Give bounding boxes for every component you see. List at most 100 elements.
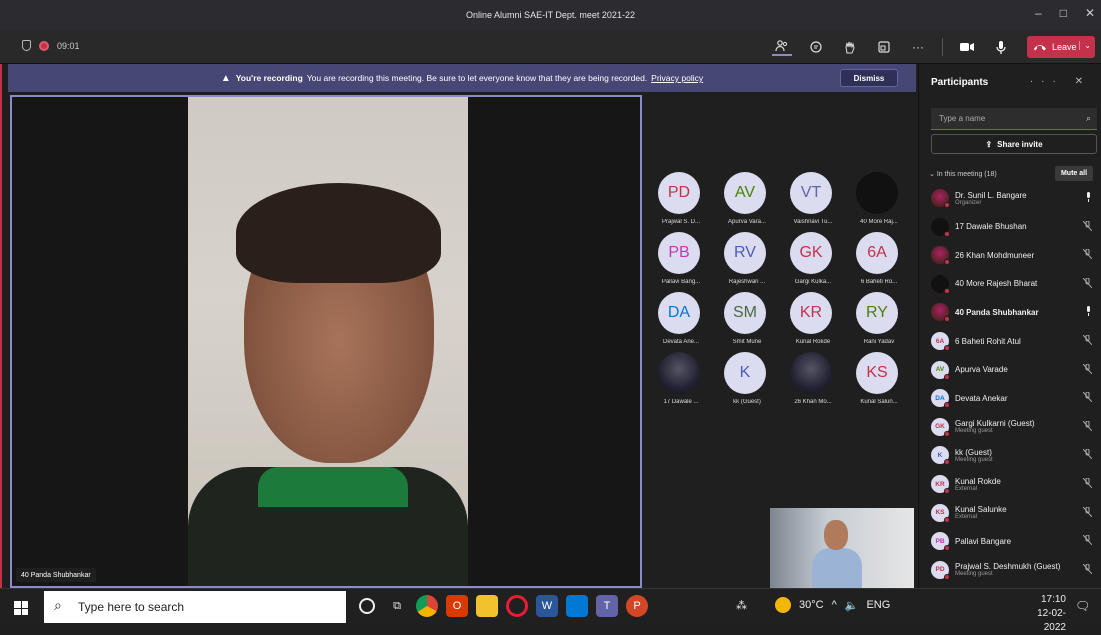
- participant-tile[interactable]: GK Gargi Kulka...: [780, 232, 846, 292]
- participant-name: kk (Guest): [955, 447, 992, 457]
- participant-tile[interactable]: KR Kunal Rokde: [780, 292, 846, 352]
- participant-row[interactable]: PD Prajwal S. Deshmukh (Guest) Meeting gue…: [927, 556, 1101, 584]
- participant-row[interactable]: Dr. Sunil L. Bangare Organizer: [927, 184, 1101, 212]
- participant-row[interactable]: AV Apurva Varade: [927, 356, 1101, 384]
- presence-icon: [944, 202, 950, 208]
- participant-name: 40 More Rajesh Bharat: [955, 279, 1038, 289]
- participant-search-input[interactable]: Type a name ⌕: [931, 108, 1097, 130]
- maximize-button[interactable]: □: [1060, 6, 1067, 20]
- participant-tile[interactable]: PD Prajwal S. D...: [648, 172, 714, 232]
- mic-icon[interactable]: [1085, 306, 1092, 318]
- clock[interactable]: 17:10 12-02-2022: [1018, 593, 1066, 635]
- photos-icon[interactable]: [566, 595, 588, 617]
- participant-tile[interactable]: DA Devata Ane...: [648, 292, 714, 352]
- office-icon[interactable]: O: [446, 595, 468, 617]
- participant-tile[interactable]: KS Kunal Salun...: [846, 352, 912, 412]
- tile-avatar: [856, 172, 898, 214]
- participant-tile[interactable]: 6A 6 Baheti Ro...: [846, 232, 912, 292]
- taskbar-search-input[interactable]: ⌕ Type here to search: [44, 591, 346, 623]
- participant-row[interactable]: GK Gargi Kulkarni (Guest) Meeting guest: [927, 413, 1101, 441]
- rooms-icon[interactable]: [874, 38, 894, 56]
- people-icon[interactable]: [772, 38, 792, 56]
- participant-tile[interactable]: 40 More Raj...: [846, 172, 912, 232]
- chat-icon[interactable]: [806, 38, 826, 56]
- participant-tile[interactable]: AV Apurva Vara...: [714, 172, 780, 232]
- participant-row[interactable]: PB Pallavi Bangare: [927, 527, 1101, 555]
- file-explorer-icon[interactable]: [476, 595, 498, 617]
- dismiss-button[interactable]: Dismiss: [840, 69, 898, 87]
- share-invite-button[interactable]: ⇪ Share invite: [931, 134, 1097, 154]
- tile-avatar: VT: [790, 172, 832, 214]
- mic-off-icon[interactable]: [1082, 391, 1093, 404]
- participant-row[interactable]: Kkk (Guest) Meeting guest: [927, 441, 1101, 469]
- leave-button[interactable]: Leave ⌄: [1027, 36, 1095, 58]
- participant-row[interactable]: KS Kunal Salunke External: [927, 499, 1101, 527]
- mic-icon[interactable]: [991, 38, 1011, 56]
- participant-tile[interactable]: PB Pallavi Bang...: [648, 232, 714, 292]
- notifications-icon[interactable]: 🗨: [1075, 599, 1090, 613]
- participant-tile[interactable]: SM Smit Mune: [714, 292, 780, 352]
- participant-tile[interactable]: RY Rani Yadav: [846, 292, 912, 352]
- minimize-button[interactable]: –: [1035, 6, 1042, 20]
- mic-off-icon[interactable]: [1082, 477, 1093, 490]
- participant-row[interactable]: DA Devata Anekar: [927, 384, 1101, 412]
- chevron-down-icon[interactable]: ⌄: [1079, 41, 1091, 50]
- mic-off-icon[interactable]: [1082, 363, 1093, 376]
- in-meeting-section[interactable]: ⌄ In this meeting (18): [929, 170, 997, 178]
- word-icon[interactable]: W: [536, 595, 558, 617]
- privacy-policy-link[interactable]: Privacy policy: [651, 73, 703, 83]
- participant-row[interactable]: KR Kunal Rokde External: [927, 470, 1101, 498]
- mic-off-icon[interactable]: [1082, 506, 1093, 519]
- windows-start-icon[interactable]: [14, 601, 28, 615]
- participant-initials: PB: [935, 537, 945, 545]
- powerpoint-icon[interactable]: P: [626, 595, 648, 617]
- participant-avatar: [931, 274, 950, 294]
- close-window-button[interactable]: ✕: [1085, 6, 1095, 20]
- raise-hand-icon[interactable]: [840, 38, 860, 56]
- participant-row[interactable]: 6A 6 Baheti Rohit Atul: [927, 327, 1101, 355]
- self-view[interactable]: [770, 508, 914, 588]
- participant-row[interactable]: 17 Dawale Bhushan: [927, 213, 1101, 241]
- task-view-icon[interactable]: ⧉: [386, 595, 408, 617]
- participant-tile[interactable]: Kkk (Guest): [714, 352, 780, 412]
- cortana-icon[interactable]: [359, 598, 375, 614]
- participant-initials: KR: [935, 480, 945, 488]
- mic-off-icon[interactable]: [1082, 563, 1093, 576]
- tile-avatar: KS: [856, 352, 898, 394]
- mic-off-icon[interactable]: [1082, 534, 1093, 547]
- main-video[interactable]: 40 Panda Shubhankar: [10, 95, 642, 588]
- mic-off-icon[interactable]: [1082, 277, 1093, 290]
- participant-avatar: KS: [931, 503, 950, 523]
- tile-avatar: RV: [724, 232, 766, 274]
- teams-icon[interactable]: T: [596, 595, 618, 617]
- mic-off-icon[interactable]: [1082, 420, 1093, 433]
- tile-avatar: DA: [658, 292, 700, 334]
- chrome-icon[interactable]: [416, 595, 438, 617]
- volume-icon[interactable]: 🔈: [845, 599, 859, 612]
- mic-off-icon[interactable]: [1082, 448, 1093, 461]
- mute-all-button[interactable]: Mute all: [1055, 166, 1093, 181]
- participant-row[interactable]: 40 More Rajesh Bharat: [927, 270, 1101, 298]
- mic-off-icon[interactable]: [1082, 334, 1093, 347]
- more-icon[interactable]: ···: [908, 38, 928, 56]
- people-tray-icon[interactable]: ⁂: [736, 599, 747, 612]
- participant-row[interactable]: 40 Panda Shubhankar: [927, 298, 1101, 326]
- language-indicator[interactable]: ENG: [866, 599, 890, 611]
- participant-tile[interactable]: RV Rajeshwari ...: [714, 232, 780, 292]
- chevron-up-icon[interactable]: ^: [832, 599, 837, 611]
- camera-icon[interactable]: [957, 38, 977, 56]
- tile-name: Smit Mune: [732, 339, 762, 345]
- mic-off-icon[interactable]: [1082, 220, 1093, 233]
- mic-off-icon[interactable]: [1082, 248, 1093, 261]
- participant-tile[interactable]: VT Vaishnavi Tu...: [780, 172, 846, 232]
- participant-name: Devata Anekar: [955, 393, 1008, 403]
- participant-row[interactable]: 26 Khan Mohdmuneer: [927, 241, 1101, 269]
- mic-icon[interactable]: [1085, 192, 1092, 204]
- temperature[interactable]: 30°C: [799, 599, 824, 611]
- weather-icon[interactable]: [775, 597, 791, 613]
- opera-icon[interactable]: [506, 595, 528, 617]
- participant-tile[interactable]: 26 Khan Mo...: [780, 352, 846, 412]
- participant-role: Meeting guest: [955, 428, 993, 435]
- panel-controls[interactable]: ··· ✕: [1030, 76, 1091, 87]
- participant-tile[interactable]: 17 Dawale ...: [648, 352, 714, 412]
